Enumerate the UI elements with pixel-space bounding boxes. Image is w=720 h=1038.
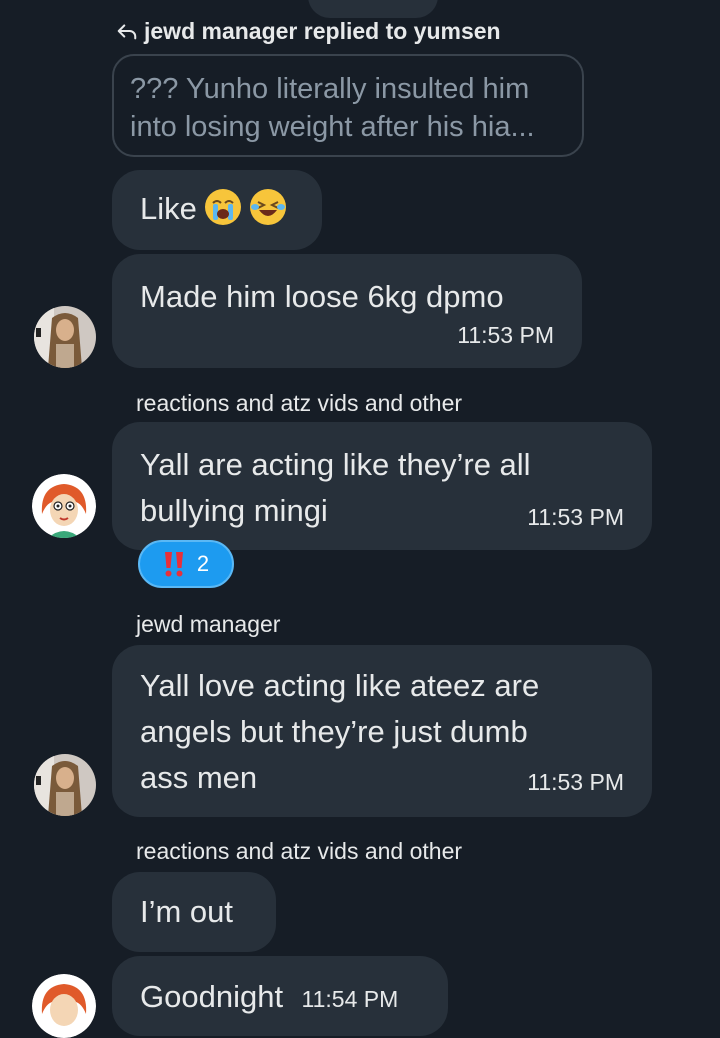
message-bubble[interactable]: Yall are acting like they’re all bullyin… [112,422,652,550]
avatar[interactable] [34,754,96,816]
message-text: Goodnight [140,979,284,1014]
reply-arrow-icon [117,24,137,40]
crying-face-emoji [205,189,242,225]
message-bubble[interactable]: I’m out [112,872,276,952]
quoted-text: ??? Yunho literally insulted him into lo… [130,73,535,143]
message-timestamp: 11:53 PM [527,769,624,795]
avatar[interactable] [32,474,96,538]
sender-name: reactions and atz vids and other [136,838,463,864]
sender-name: jewd manager [136,611,281,637]
message-text: Like [140,191,197,226]
quoted-message[interactable]: ??? Yunho literally insulted him into lo… [112,54,584,157]
message-timestamp: 11:54 PM [301,986,399,1012]
laughing-tears-emoji [249,189,286,225]
message-text: Made him loose 6kg dpmo [140,279,504,314]
reply-context-text: jewd manager replied to yumsen [144,17,501,44]
reaction-badge[interactable]: 2 [138,540,234,588]
message-text-line: Yall are acting like they’re all [140,447,531,482]
message-bubble[interactable]: Made him loose 6kg dpmo 11:53 PM [112,254,582,368]
message-text-line: angels but they’re just dumb [140,714,528,749]
message-timestamp: 11:53 PM [527,504,624,530]
message-timestamp: 11:53 PM [457,322,554,348]
message-bubble[interactable]: Like [112,170,322,250]
reaction-count: 2 [196,551,210,576]
sender-name: reactions and atz vids and other [136,390,463,416]
message-bubble[interactable]: Goodnight 11:54 PM [112,956,448,1036]
message-bubble[interactable]: Yall love acting like ateez are angels b… [112,645,652,817]
avatar[interactable] [34,306,96,368]
message-text-line: Yall love acting like ateez are [140,668,540,703]
avatar[interactable] [32,974,96,1038]
reply-context: jewd manager replied to yumsen [116,14,501,48]
message-text: I’m out [140,894,234,929]
double-exclamation-emoji [164,552,183,577]
